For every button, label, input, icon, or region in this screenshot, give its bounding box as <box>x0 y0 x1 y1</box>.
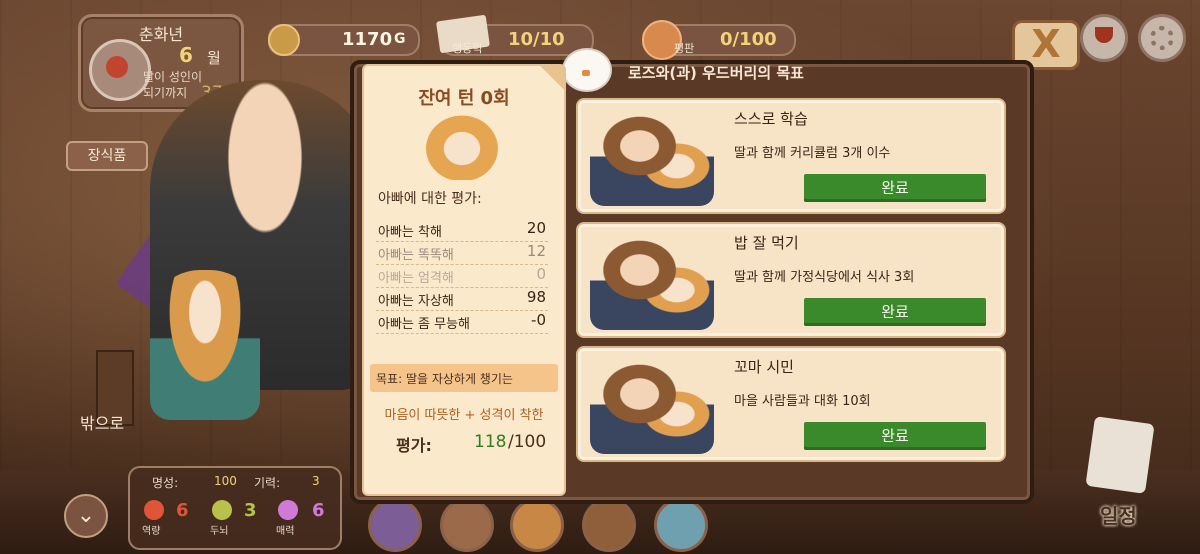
schedule-button-label[interactable]: 일정 <box>1100 500 1137 529</box>
gold-amount: 1170 <box>342 29 393 50</box>
quest-card: 꼬마 시민 마을 사람들과 대화 10회 완료 <box>576 346 1006 462</box>
turns-left: 잔여 턴 0회 <box>418 88 510 109</box>
reputation-bar: 평판 0/100 <box>642 20 796 60</box>
reputation-value: 0/100 <box>720 29 777 50</box>
reputation-label: 평판 <box>674 42 695 55</box>
month-unit: 월 <box>207 49 221 67</box>
evaluation-heading: 아빠에 대한 평가: <box>378 191 482 207</box>
evaluation-row: 아빠는 엄격해 0 <box>376 264 548 288</box>
evaluation-label: 아빠는 엄격해 <box>378 271 454 286</box>
decoration-button[interactable]: 장식품 <box>66 141 148 171</box>
family-emblem-icon <box>89 39 151 101</box>
evaluation-label: 아빠는 자상해 <box>378 294 454 309</box>
gear-icon <box>1150 26 1174 50</box>
evaluation-row: 아빠는 착해 20 <box>376 218 548 242</box>
menu-bag-icon[interactable] <box>582 498 636 552</box>
daughter-character <box>150 270 260 420</box>
strength-value: 6 <box>176 500 189 521</box>
quest-illustration-meal <box>590 230 714 330</box>
quest-card: 밥 잘 먹기 딸과 함께 가정식당에서 식사 3회 완료 <box>576 222 1006 338</box>
evaluation-label: 아빠는 똑똑해 <box>378 248 454 263</box>
evaluation-value: 98 <box>526 288 546 306</box>
evaluation-label: 아빠는 착해 <box>378 225 442 240</box>
evaluation-row: 아빠는 좀 무능해 -0 <box>376 310 548 334</box>
fame-label: 명성: <box>152 476 179 490</box>
expand-chevron-down-icon[interactable]: ⌄ <box>64 494 108 538</box>
menu-wing-icon[interactable] <box>654 498 708 552</box>
quest-title: 꼬마 시민 <box>734 358 794 376</box>
quest-card: 스스로 학습 딸과 함께 커리큘럼 3개 이수 완료 <box>576 98 1006 214</box>
settings-button[interactable] <box>1138 14 1186 62</box>
evaluation-row: 아빠는 자상해 98 <box>376 287 548 311</box>
goal-text: 목표: 딸을 자상하게 챙기는 <box>376 372 513 386</box>
board-title: 로즈와(과) 우드버리의 목표 <box>628 64 804 82</box>
trophy-icon <box>1095 27 1113 43</box>
action-label: 행동력 <box>452 42 483 55</box>
evaluation-value: 12 <box>526 242 546 260</box>
brain-value: 3 <box>244 500 257 521</box>
gold-unit: G <box>394 31 406 47</box>
go-out-label[interactable]: 밖으로 <box>80 410 124 434</box>
quest-complete-button[interactable]: 완료 <box>804 298 986 326</box>
evaluation-row: 아빠는 똑똑해 12 <box>376 241 548 265</box>
brain-icon <box>212 500 232 520</box>
evaluation-value: 0 <box>536 265 546 283</box>
score-value: 118 <box>474 432 507 452</box>
quest-complete-button[interactable]: 완료 <box>804 174 986 202</box>
quest-illustration-study <box>590 106 714 206</box>
strength-label: 역량 <box>142 526 161 537</box>
evaluation-value: 20 <box>526 219 546 237</box>
quill-icon[interactable] <box>1085 416 1155 494</box>
menu-crayons-icon[interactable] <box>368 498 422 552</box>
charm-value: 6 <box>312 500 325 521</box>
charm-icon <box>278 500 298 520</box>
action-value: 10/10 <box>508 29 565 50</box>
quest-description: 마을 사람들과 대화 10회 <box>734 394 871 409</box>
gold-coin-icon <box>268 24 300 56</box>
quest-illustration-citizen <box>590 354 714 454</box>
gold-bar: 1170 G <box>268 24 420 56</box>
energy-label: 기력: <box>254 476 281 490</box>
stats-panel: 명성: 100 기력: 3 역량 6 두뇌 3 매력 6 <box>128 466 342 550</box>
quest-title: 밥 잘 먹기 <box>734 234 799 252</box>
daughter-face-icon <box>420 110 504 180</box>
brain-label: 두뇌 <box>210 526 229 537</box>
strength-icon <box>144 500 164 520</box>
quest-title: 스스로 학습 <box>734 110 808 128</box>
month-number: 6 <box>179 43 193 67</box>
evaluation-value: -0 <box>531 311 546 329</box>
menu-leaf-icon[interactable] <box>510 498 564 552</box>
energy-value: 3 <box>312 474 320 488</box>
fame-value: 100 <box>214 474 237 488</box>
quest-description: 딸과 함께 가정식당에서 식사 3회 <box>734 270 915 285</box>
score-max: /100 <box>508 432 547 452</box>
quest-description: 딸과 함께 커리큘럼 3개 이수 <box>734 146 891 161</box>
score-label: 평가: <box>396 436 432 455</box>
trophy-button[interactable] <box>1080 14 1128 62</box>
personality-text: 마음이 따뜻한 + 성격이 착한 <box>384 408 544 423</box>
menu-frame-icon[interactable] <box>440 498 494 552</box>
evaluation-label: 아빠는 좀 무능해 <box>378 317 470 332</box>
charm-label: 매력 <box>276 526 295 537</box>
bird-mascot-icon <box>562 48 612 92</box>
quest-complete-button[interactable]: 완료 <box>804 422 986 450</box>
action-bar: 행동력 10/10 <box>436 14 594 56</box>
